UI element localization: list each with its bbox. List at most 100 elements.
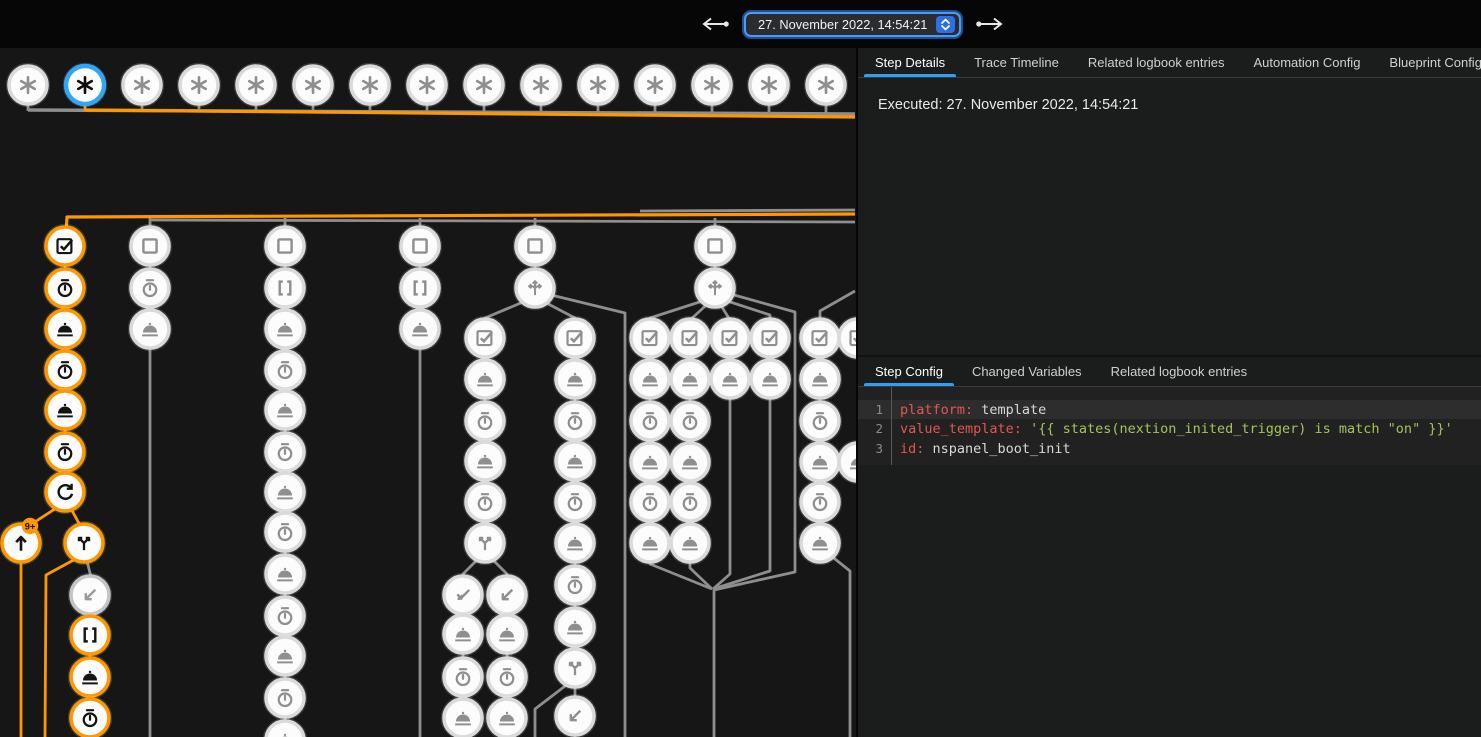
tab-related-logbook-entries[interactable]: Related logbook entries [1077,48,1236,77]
trace-node-service[interactable] [709,358,751,400]
trace-node-service[interactable] [629,358,671,400]
previous-run-arrow-icon[interactable] [700,16,730,32]
trace-node-timer[interactable] [554,564,596,606]
trace-node-timer[interactable] [264,677,306,719]
trace-node-asterisk[interactable] [748,64,790,106]
trace-node-timer[interactable] [264,511,306,553]
trace-node-asterisk[interactable] [64,64,106,106]
trace-node-checkbox[interactable] [837,317,856,359]
trace-node-arrowbl[interactable] [554,695,596,737]
trace-node-timer[interactable] [264,349,306,391]
trace-node-brackets[interactable] [399,267,441,309]
trace-node-timer[interactable] [442,656,484,698]
trace-node-square[interactable] [129,225,171,267]
trace-node-timer[interactable] [129,267,171,309]
trace-node-square[interactable] [399,225,441,267]
trace-node-arrowbl[interactable] [69,574,111,616]
trace-node-service[interactable] [264,308,306,350]
trace-node-service[interactable] [837,441,856,483]
trace-node-service[interactable] [749,358,791,400]
trace-node-square[interactable] [514,225,556,267]
trace-node-service[interactable] [669,358,711,400]
trace-node-arrowcheck[interactable] [442,574,484,616]
trace-node-timer[interactable] [44,349,86,391]
trace-node-asterisk[interactable] [406,64,448,106]
trace-node-timer[interactable] [799,481,841,523]
trace-node-service[interactable] [464,440,506,482]
trace-node-service[interactable] [554,358,596,400]
trace-node-service[interactable] [44,389,86,431]
tab-changed-variables[interactable]: Changed Variables [961,357,1093,386]
trace-node-checkbox[interactable] [749,317,791,359]
trace-node-timer[interactable] [464,481,506,523]
trace-node-service[interactable] [442,697,484,737]
trace-node-timer[interactable] [669,400,711,442]
trace-node-service[interactable] [554,522,596,564]
trace-node-timer[interactable] [554,481,596,523]
trace-node-service[interactable] [264,553,306,595]
trace-node-arrowbl[interactable] [486,574,528,616]
trace-node-timer[interactable] [486,656,528,698]
trace-node-checkbox[interactable] [629,317,671,359]
trace-node-asterisk[interactable] [178,64,220,106]
trace-node-checkbox[interactable] [799,317,841,359]
trace-node-asterisk[interactable] [520,64,562,106]
trace-node-timer[interactable] [44,431,86,473]
trace-node-service[interactable] [264,719,306,737]
trace-node-timer[interactable] [669,481,711,523]
trace-node-checkbox[interactable] [554,317,596,359]
trace-node-split[interactable] [554,647,596,689]
trace-node-choose[interactable] [514,267,556,309]
trace-node-checkbox[interactable] [669,317,711,359]
trace-node-square[interactable] [694,225,736,267]
trace-node-checkbox[interactable] [464,317,506,359]
tab-step-details[interactable]: Step Details [864,48,956,77]
trace-node-arrowup[interactable]: 9+ [0,518,42,564]
trace-node-asterisk[interactable] [7,64,49,106]
trace-node-split[interactable] [464,522,506,564]
tab-trace-timeline[interactable]: Trace Timeline [963,48,1070,77]
step-config-code[interactable]: 1platform: template2value_template: '{{ … [858,387,1481,465]
trace-node-asterisk[interactable] [292,64,334,106]
trace-node-service[interactable] [464,358,506,400]
trace-node-service[interactable] [486,613,528,655]
tab-related-logbook-entries[interactable]: Related logbook entries [1100,357,1259,386]
trace-node-asterisk[interactable] [235,64,277,106]
trace-node-square[interactable] [264,225,306,267]
trace-node-asterisk[interactable] [634,64,676,106]
trace-node-timer[interactable] [629,481,671,523]
trace-node-service[interactable] [669,441,711,483]
trace-node-service[interactable] [554,606,596,648]
trace-node-checkbox[interactable] [44,225,86,267]
trace-node-choose[interactable] [694,267,736,309]
trace-node-timer[interactable] [264,431,306,473]
trace-node-service[interactable] [264,389,306,431]
trace-node-timer[interactable] [44,267,86,309]
trace-node-asterisk[interactable] [463,64,505,106]
trace-node-timer[interactable] [464,400,506,442]
select-stepper-icon[interactable] [936,16,955,33]
trace-node-asterisk[interactable] [349,64,391,106]
trace-node-asterisk[interactable] [805,64,847,106]
trace-node-refresh[interactable] [44,471,86,513]
trace-node-checkbox[interactable] [709,317,751,359]
trace-node-split[interactable] [63,522,105,564]
trace-node-service[interactable] [69,656,111,698]
trace-node-timer[interactable] [554,400,596,442]
trace-node-brackets[interactable] [69,614,111,656]
trace-node-timer[interactable] [264,595,306,637]
trace-node-service[interactable] [629,522,671,564]
trace-node-service[interactable] [486,697,528,737]
trace-node-timer[interactable] [69,697,111,737]
next-run-arrow-icon[interactable] [975,16,1005,32]
trace-node-service[interactable] [264,471,306,513]
tab-automation-config[interactable]: Automation Config [1242,48,1371,77]
trace-node-service[interactable] [799,358,841,400]
trace-node-asterisk[interactable] [121,64,163,106]
run-datetime-select[interactable]: 27. November 2022, 14:54:21 [744,12,961,37]
tab-blueprint-config[interactable]: Blueprint Config [1378,48,1481,77]
trace-node-service[interactable] [129,308,171,350]
trace-node-service[interactable] [554,440,596,482]
trace-node-service[interactable] [44,308,86,350]
trace-node-brackets[interactable] [264,267,306,309]
